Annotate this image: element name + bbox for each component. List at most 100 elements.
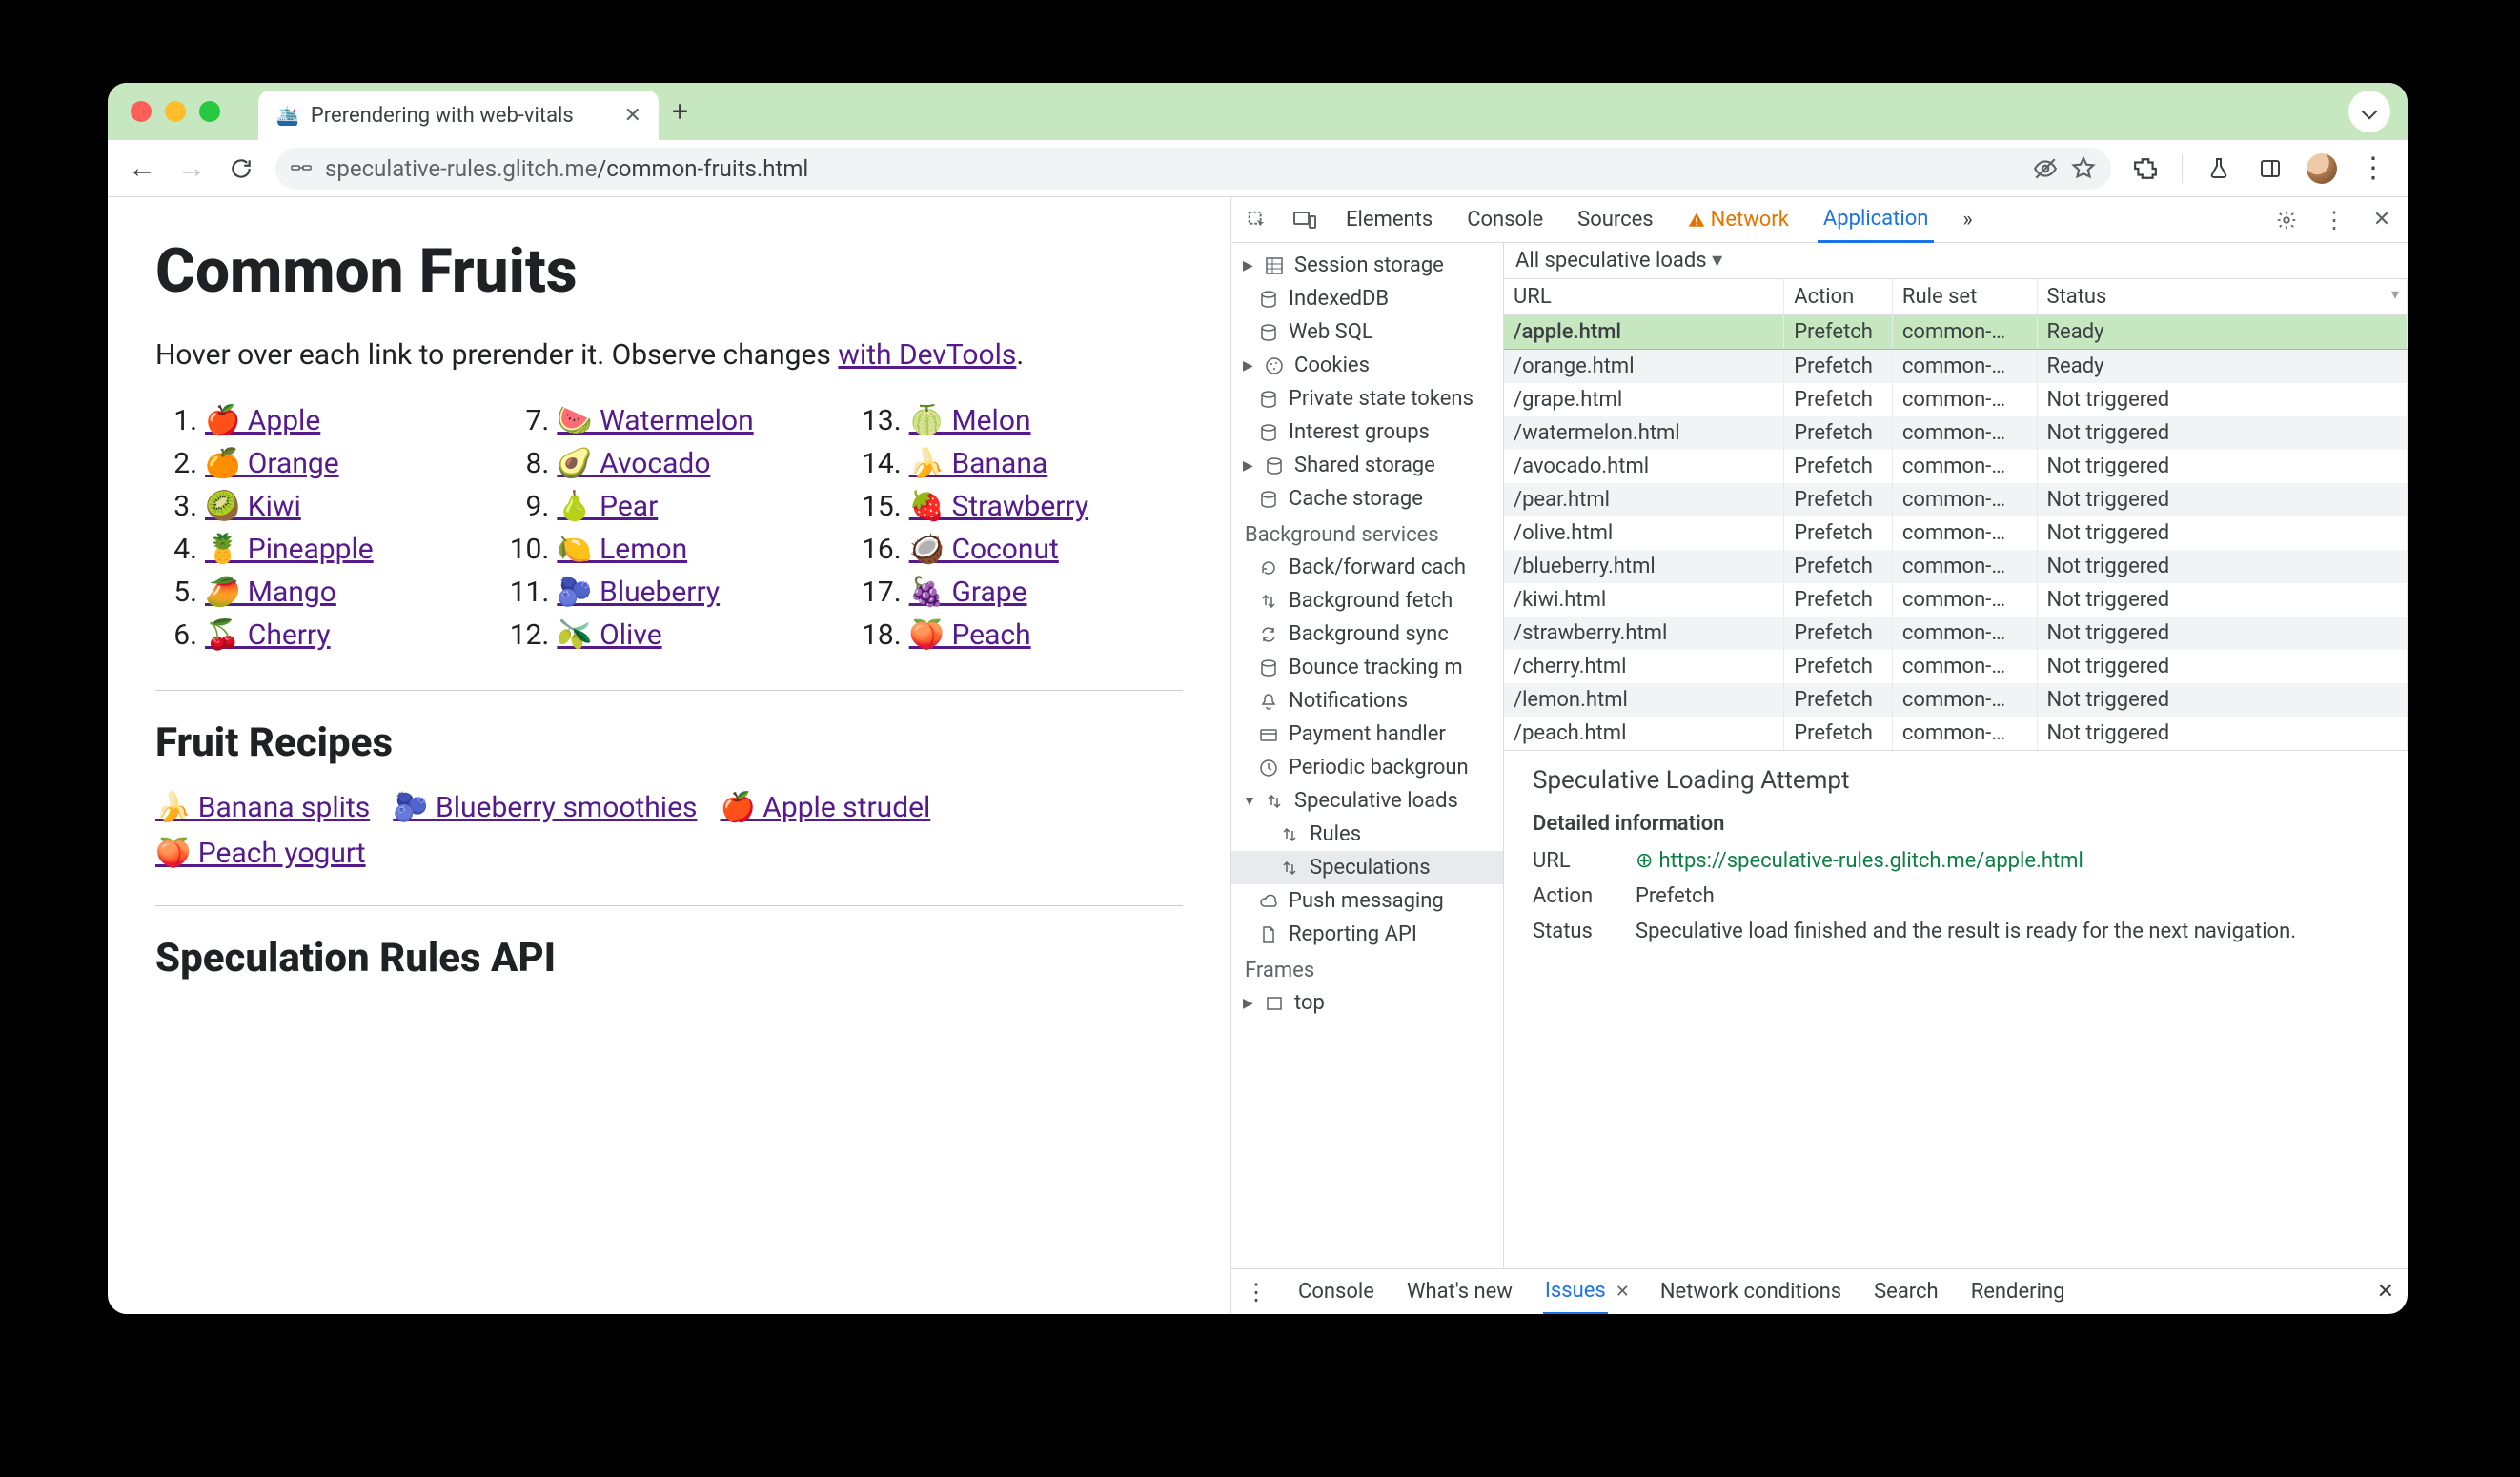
maximize-window-button[interactable] [199,101,220,122]
table-row[interactable]: /watermelon.htmlPrefetchcommon-…Not trig… [1504,416,2408,450]
recipe-link[interactable]: 🫐 Blueberry smoothies [393,791,697,824]
inspect-icon[interactable] [1245,208,1270,233]
eye-off-icon[interactable] [2033,156,2058,181]
fruit-link[interactable]: 🍐 Pear [557,490,658,523]
close-window-button[interactable] [131,101,152,122]
fruit-link[interactable]: 🍇 Grape [909,576,1027,609]
table-row[interactable]: /orange.htmlPrefetchcommon-…Ready [1504,350,2408,384]
bookmark-star-icon[interactable] [2071,156,2096,181]
fruit-link[interactable]: 🫐 Blueberry [557,576,720,609]
tree-item[interactable]: Background fetch [1231,584,1503,617]
table-row[interactable]: /lemon.htmlPrefetchcommon-…Not triggered [1504,683,2408,717]
recipe-link[interactable]: 🍌 Banana splits [155,791,370,824]
site-info-icon[interactable] [291,159,314,178]
minimize-window-button[interactable] [165,101,186,122]
tree-item[interactable]: Interest groups [1231,415,1503,449]
close-tab-icon[interactable]: ✕ [624,104,641,128]
table-row[interactable]: /kiwi.htmlPrefetchcommon-…Not triggered [1504,583,2408,617]
tree-item[interactable]: Web SQL [1231,315,1503,349]
fruit-link[interactable]: 🍋 Lemon [557,533,687,566]
fruit-link[interactable]: 🍓 Strawberry [909,490,1088,523]
tab-network[interactable]: Network [1682,198,1795,241]
tree-item[interactable]: Background sync [1231,617,1503,651]
col-ruleset[interactable]: Rule set [1892,279,2037,315]
table-row[interactable]: /cherry.htmlPrefetchcommon-…Not triggere… [1504,650,2408,683]
reload-button[interactable] [226,153,256,184]
drawer-search[interactable]: Search [1872,1270,1941,1313]
fruit-link[interactable]: 🥭 Mango [205,576,336,609]
labs-icon[interactable] [2204,153,2234,184]
tree-item[interactable]: Notifications [1231,684,1503,718]
tree-item[interactable]: Rules [1231,818,1503,851]
fruit-link[interactable]: 🍑 Peach [909,618,1031,652]
table-row[interactable]: /olive.htmlPrefetchcommon-…Not triggered [1504,516,2408,550]
fruit-link[interactable]: 🥝 Kiwi [205,490,301,523]
table-row[interactable]: /peach.htmlPrefetchcommon-…Not triggered [1504,717,2408,750]
tree-item[interactable]: Cache storage [1231,482,1503,516]
fruit-link[interactable]: 🥥 Coconut [909,533,1059,566]
tree-item[interactable]: Speculations [1231,851,1503,884]
back-button[interactable]: ← [127,153,157,184]
drawer-issues[interactable]: Issues [1543,1269,1608,1315]
fruit-link[interactable]: 🍉 Watermelon [557,404,753,437]
tab-search-button[interactable] [2348,91,2390,132]
tree-item[interactable]: Private state tokens [1231,382,1503,415]
close-icon[interactable]: ✕ [1616,1282,1630,1302]
devtools-menu-icon[interactable] [2322,208,2347,233]
drawer-whatsnew[interactable]: What's new [1405,1270,1514,1313]
tabs-overflow[interactable]: » [1957,198,1978,241]
browser-tab[interactable]: 🛳️ Prerendering with web-vitals ✕ [258,91,659,140]
devtools-close-icon[interactable]: ✕ [2369,208,2394,233]
tree-item[interactable]: IndexedDB [1231,282,1503,315]
detail-url-link[interactable]: https://speculative-rules.glitch.me/appl… [1658,849,2083,873]
tree-item[interactable]: Back/forward cach [1231,551,1503,584]
tab-sources[interactable]: Sources [1572,198,1659,241]
extensions-icon[interactable] [2130,153,2161,184]
tree-item[interactable]: ▼Speculative loads [1231,784,1503,818]
tab-elements[interactable]: Elements [1340,198,1438,241]
tree-item[interactable]: ▶top [1231,986,1503,1020]
fruit-link[interactable]: 🍌 Banana [909,447,1048,480]
table-row[interactable]: /apple.htmlPrefetchcommon-…Ready [1504,315,2408,350]
fruit-link[interactable]: 🍎 Apple [205,404,320,437]
tree-item[interactable]: Reporting API [1231,918,1503,951]
table-row[interactable]: /strawberry.htmlPrefetchcommon-…Not trig… [1504,617,2408,650]
tab-application[interactable]: Application [1818,197,1934,243]
tree-item[interactable]: ▶Cookies [1231,349,1503,382]
tree-item[interactable]: Periodic backgroun [1231,751,1503,784]
table-row[interactable]: /blueberry.htmlPrefetchcommon-…Not trigg… [1504,550,2408,583]
address-bar[interactable]: speculative-rules.glitch.me/common-fruit… [275,148,2111,190]
drawer-close-icon[interactable]: ✕ [2377,1280,2394,1304]
side-panel-icon[interactable] [2255,153,2286,184]
drawer-menu-icon[interactable] [1245,1279,1268,1305]
fruit-link[interactable]: 🥑 Avocado [557,447,710,480]
filter-dropdown[interactable]: All speculative loads [1515,249,1722,273]
col-status[interactable]: Status [2037,279,2408,315]
forward-button[interactable]: → [176,153,207,184]
fruit-link[interactable]: 🍊 Orange [205,447,339,480]
recipe-link[interactable]: 🍎 Apple strudel [720,791,930,824]
tree-item[interactable]: ▶Shared storage [1231,449,1503,482]
table-row[interactable]: /avocado.htmlPrefetchcommon-…Not trigger… [1504,450,2408,483]
tree-item[interactable]: Payment handler [1231,718,1503,751]
tab-console[interactable]: Console [1461,198,1549,241]
new-tab-button[interactable]: + [672,95,688,129]
kebab-menu-icon[interactable] [2358,153,2388,184]
col-action[interactable]: Action [1784,279,1893,315]
table-row[interactable]: /grape.htmlPrefetchcommon-…Not triggered [1504,383,2408,416]
tree-item[interactable]: Push messaging [1231,884,1503,918]
drawer-console[interactable]: Console [1296,1270,1376,1313]
devtools-link[interactable]: with DevTools [838,338,1016,372]
fruit-link[interactable]: 🍒 Cherry [205,618,331,652]
drawer-rendering[interactable]: Rendering [1969,1270,2067,1313]
recipe-link[interactable]: 🍑 Peach yogurt [155,837,366,870]
device-toggle-icon[interactable] [1292,208,1317,233]
tree-item[interactable]: ▶Session storage [1231,249,1503,282]
col-url[interactable]: URL [1504,279,1784,315]
settings-gear-icon[interactable] [2274,208,2299,233]
tree-item[interactable]: Bounce tracking m [1231,651,1503,684]
table-row[interactable]: /pear.htmlPrefetchcommon-…Not triggered [1504,483,2408,516]
fruit-link[interactable]: 🍍 Pineapple [205,533,374,566]
profile-avatar[interactable] [2307,153,2337,184]
fruit-link[interactable]: 🫒 Olive [557,618,661,652]
